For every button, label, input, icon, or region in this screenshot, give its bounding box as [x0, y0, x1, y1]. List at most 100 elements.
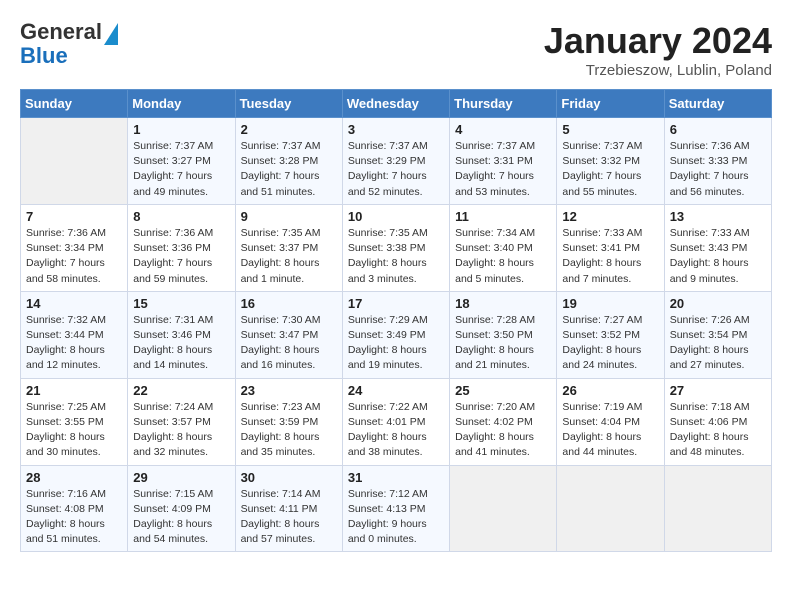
day-info: Sunrise: 7:23 AM Sunset: 3:59 PM Dayligh…	[241, 400, 337, 461]
calendar-cell: 19 Sunrise: 7:27 AM Sunset: 3:52 PM Dayli…	[557, 291, 664, 378]
day-number: 10	[348, 209, 444, 224]
day-number: 6	[670, 122, 766, 137]
day-number: 11	[455, 209, 551, 224]
calendar-cell: 28 Sunrise: 7:16 AM Sunset: 4:08 PM Dayli…	[21, 465, 128, 552]
day-info: Sunrise: 7:36 AM Sunset: 3:34 PM Dayligh…	[26, 226, 122, 287]
day-info: Sunrise: 7:16 AM Sunset: 4:08 PM Dayligh…	[26, 487, 122, 548]
day-info: Sunrise: 7:19 AM Sunset: 4:04 PM Dayligh…	[562, 400, 658, 461]
day-info: Sunrise: 7:24 AM Sunset: 3:57 PM Dayligh…	[133, 400, 229, 461]
calendar-table: SundayMondayTuesdayWednesdayThursdayFrid…	[20, 89, 772, 552]
day-info: Sunrise: 7:35 AM Sunset: 3:38 PM Dayligh…	[348, 226, 444, 287]
calendar-cell: 17 Sunrise: 7:29 AM Sunset: 3:49 PM Dayli…	[342, 291, 449, 378]
day-info: Sunrise: 7:33 AM Sunset: 3:43 PM Dayligh…	[670, 226, 766, 287]
location: Trzebieszow, Lublin, Poland	[544, 62, 772, 79]
day-info: Sunrise: 7:37 AM Sunset: 3:27 PM Dayligh…	[133, 139, 229, 200]
day-info: Sunrise: 7:34 AM Sunset: 3:40 PM Dayligh…	[455, 226, 551, 287]
calendar-cell: 22Sunrise: 7:24 AM Sunset: 3:57 PM Dayli…	[128, 378, 235, 465]
calendar-cell: 27 Sunrise: 7:18 AM Sunset: 4:06 PM Dayli…	[664, 378, 771, 465]
calendar-cell: 11 Sunrise: 7:34 AM Sunset: 3:40 PM Dayli…	[450, 204, 557, 291]
day-info: Sunrise: 7:30 AM Sunset: 3:47 PM Dayligh…	[241, 313, 337, 374]
weekday-header-friday: Friday	[557, 90, 664, 118]
day-info: Sunrise: 7:31 AM Sunset: 3:46 PM Dayligh…	[133, 313, 229, 374]
day-number: 21	[26, 383, 122, 398]
calendar-cell: 6 Sunrise: 7:36 AM Sunset: 3:33 PM Daylig…	[664, 118, 771, 205]
day-number: 14	[26, 296, 122, 311]
calendar-cell: 9 Sunrise: 7:35 AM Sunset: 3:37 PM Daylig…	[235, 204, 342, 291]
day-info: Sunrise: 7:37 AM Sunset: 3:32 PM Dayligh…	[562, 139, 658, 200]
day-number: 4	[455, 122, 551, 137]
day-number: 12	[562, 209, 658, 224]
day-number: 26	[562, 383, 658, 398]
day-info: Sunrise: 7:15 AM Sunset: 4:09 PM Dayligh…	[133, 487, 229, 548]
day-number: 5	[562, 122, 658, 137]
week-row-3: 14 Sunrise: 7:32 AM Sunset: 3:44 PM Dayli…	[21, 291, 772, 378]
calendar-cell	[450, 465, 557, 552]
month-title: January 2024	[544, 20, 772, 62]
calendar-cell: 25Sunrise: 7:20 AM Sunset: 4:02 PM Dayli…	[450, 378, 557, 465]
day-info: Sunrise: 7:33 AM Sunset: 3:41 PM Dayligh…	[562, 226, 658, 287]
calendar-cell: 2 Sunrise: 7:37 AM Sunset: 3:28 PM Daylig…	[235, 118, 342, 205]
day-number: 7	[26, 209, 122, 224]
day-info: Sunrise: 7:36 AM Sunset: 3:36 PM Dayligh…	[133, 226, 229, 287]
calendar-cell: 12 Sunrise: 7:33 AM Sunset: 3:41 PM Dayli…	[557, 204, 664, 291]
calendar-cell: 20Sunrise: 7:26 AM Sunset: 3:54 PM Dayli…	[664, 291, 771, 378]
day-info: Sunrise: 7:37 AM Sunset: 3:28 PM Dayligh…	[241, 139, 337, 200]
day-number: 28	[26, 470, 122, 485]
title-block: January 2024 Trzebieszow, Lublin, Poland	[544, 20, 772, 79]
day-number: 23	[241, 383, 337, 398]
weekday-header-thursday: Thursday	[450, 90, 557, 118]
calendar-cell: 23 Sunrise: 7:23 AM Sunset: 3:59 PM Dayli…	[235, 378, 342, 465]
calendar-cell: 5 Sunrise: 7:37 AM Sunset: 3:32 PM Daylig…	[557, 118, 664, 205]
page-header: General Blue January 2024 Trzebieszow, L…	[20, 20, 772, 79]
day-number: 24	[348, 383, 444, 398]
calendar-cell: 21Sunrise: 7:25 AM Sunset: 3:55 PM Dayli…	[21, 378, 128, 465]
day-number: 17	[348, 296, 444, 311]
calendar-cell	[21, 118, 128, 205]
day-info: Sunrise: 7:32 AM Sunset: 3:44 PM Dayligh…	[26, 313, 122, 374]
day-number: 18	[455, 296, 551, 311]
day-info: Sunrise: 7:29 AM Sunset: 3:49 PM Dayligh…	[348, 313, 444, 374]
day-number: 1	[133, 122, 229, 137]
day-info: Sunrise: 7:27 AM Sunset: 3:52 PM Dayligh…	[562, 313, 658, 374]
day-info: Sunrise: 7:36 AM Sunset: 3:33 PM Dayligh…	[670, 139, 766, 200]
day-number: 31	[348, 470, 444, 485]
logo: General Blue	[20, 20, 118, 68]
calendar-cell	[557, 465, 664, 552]
weekday-header-monday: Monday	[128, 90, 235, 118]
day-number: 2	[241, 122, 337, 137]
weekday-header-row: SundayMondayTuesdayWednesdayThursdayFrid…	[21, 90, 772, 118]
day-info: Sunrise: 7:12 AM Sunset: 4:13 PM Dayligh…	[348, 487, 444, 548]
day-number: 13	[670, 209, 766, 224]
day-number: 3	[348, 122, 444, 137]
day-number: 19	[562, 296, 658, 311]
logo-general: General	[20, 20, 102, 44]
calendar-cell: 16Sunrise: 7:30 AM Sunset: 3:47 PM Dayli…	[235, 291, 342, 378]
day-number: 27	[670, 383, 766, 398]
weekday-header-saturday: Saturday	[664, 90, 771, 118]
calendar-cell: 26 Sunrise: 7:19 AM Sunset: 4:04 PM Dayli…	[557, 378, 664, 465]
calendar-cell: 10 Sunrise: 7:35 AM Sunset: 3:38 PM Dayli…	[342, 204, 449, 291]
day-info: Sunrise: 7:37 AM Sunset: 3:29 PM Dayligh…	[348, 139, 444, 200]
day-info: Sunrise: 7:14 AM Sunset: 4:11 PM Dayligh…	[241, 487, 337, 548]
calendar-cell: 18 Sunrise: 7:28 AM Sunset: 3:50 PM Dayli…	[450, 291, 557, 378]
day-info: Sunrise: 7:28 AM Sunset: 3:50 PM Dayligh…	[455, 313, 551, 374]
calendar-cell: 7 Sunrise: 7:36 AM Sunset: 3:34 PM Daylig…	[21, 204, 128, 291]
calendar-cell: 13 Sunrise: 7:33 AM Sunset: 3:43 PM Dayli…	[664, 204, 771, 291]
weekday-header-tuesday: Tuesday	[235, 90, 342, 118]
calendar-cell: 24Sunrise: 7:22 AM Sunset: 4:01 PM Dayli…	[342, 378, 449, 465]
day-info: Sunrise: 7:35 AM Sunset: 3:37 PM Dayligh…	[241, 226, 337, 287]
day-info: Sunrise: 7:20 AM Sunset: 4:02 PM Dayligh…	[455, 400, 551, 461]
day-info: Sunrise: 7:18 AM Sunset: 4:06 PM Dayligh…	[670, 400, 766, 461]
calendar-cell: 1 Sunrise: 7:37 AM Sunset: 3:27 PM Daylig…	[128, 118, 235, 205]
calendar-cell: 15Sunrise: 7:31 AM Sunset: 3:46 PM Dayli…	[128, 291, 235, 378]
day-number: 20	[670, 296, 766, 311]
logo-blue: Blue	[20, 44, 118, 68]
week-row-2: 7 Sunrise: 7:36 AM Sunset: 3:34 PM Daylig…	[21, 204, 772, 291]
logo-icon	[104, 23, 118, 45]
weekday-header-sunday: Sunday	[21, 90, 128, 118]
calendar-cell: 29Sunrise: 7:15 AM Sunset: 4:09 PM Dayli…	[128, 465, 235, 552]
day-number: 9	[241, 209, 337, 224]
calendar-cell: 8Sunrise: 7:36 AM Sunset: 3:36 PM Daylig…	[128, 204, 235, 291]
calendar-cell: 4Sunrise: 7:37 AM Sunset: 3:31 PM Daylig…	[450, 118, 557, 205]
calendar-cell: 3 Sunrise: 7:37 AM Sunset: 3:29 PM Daylig…	[342, 118, 449, 205]
